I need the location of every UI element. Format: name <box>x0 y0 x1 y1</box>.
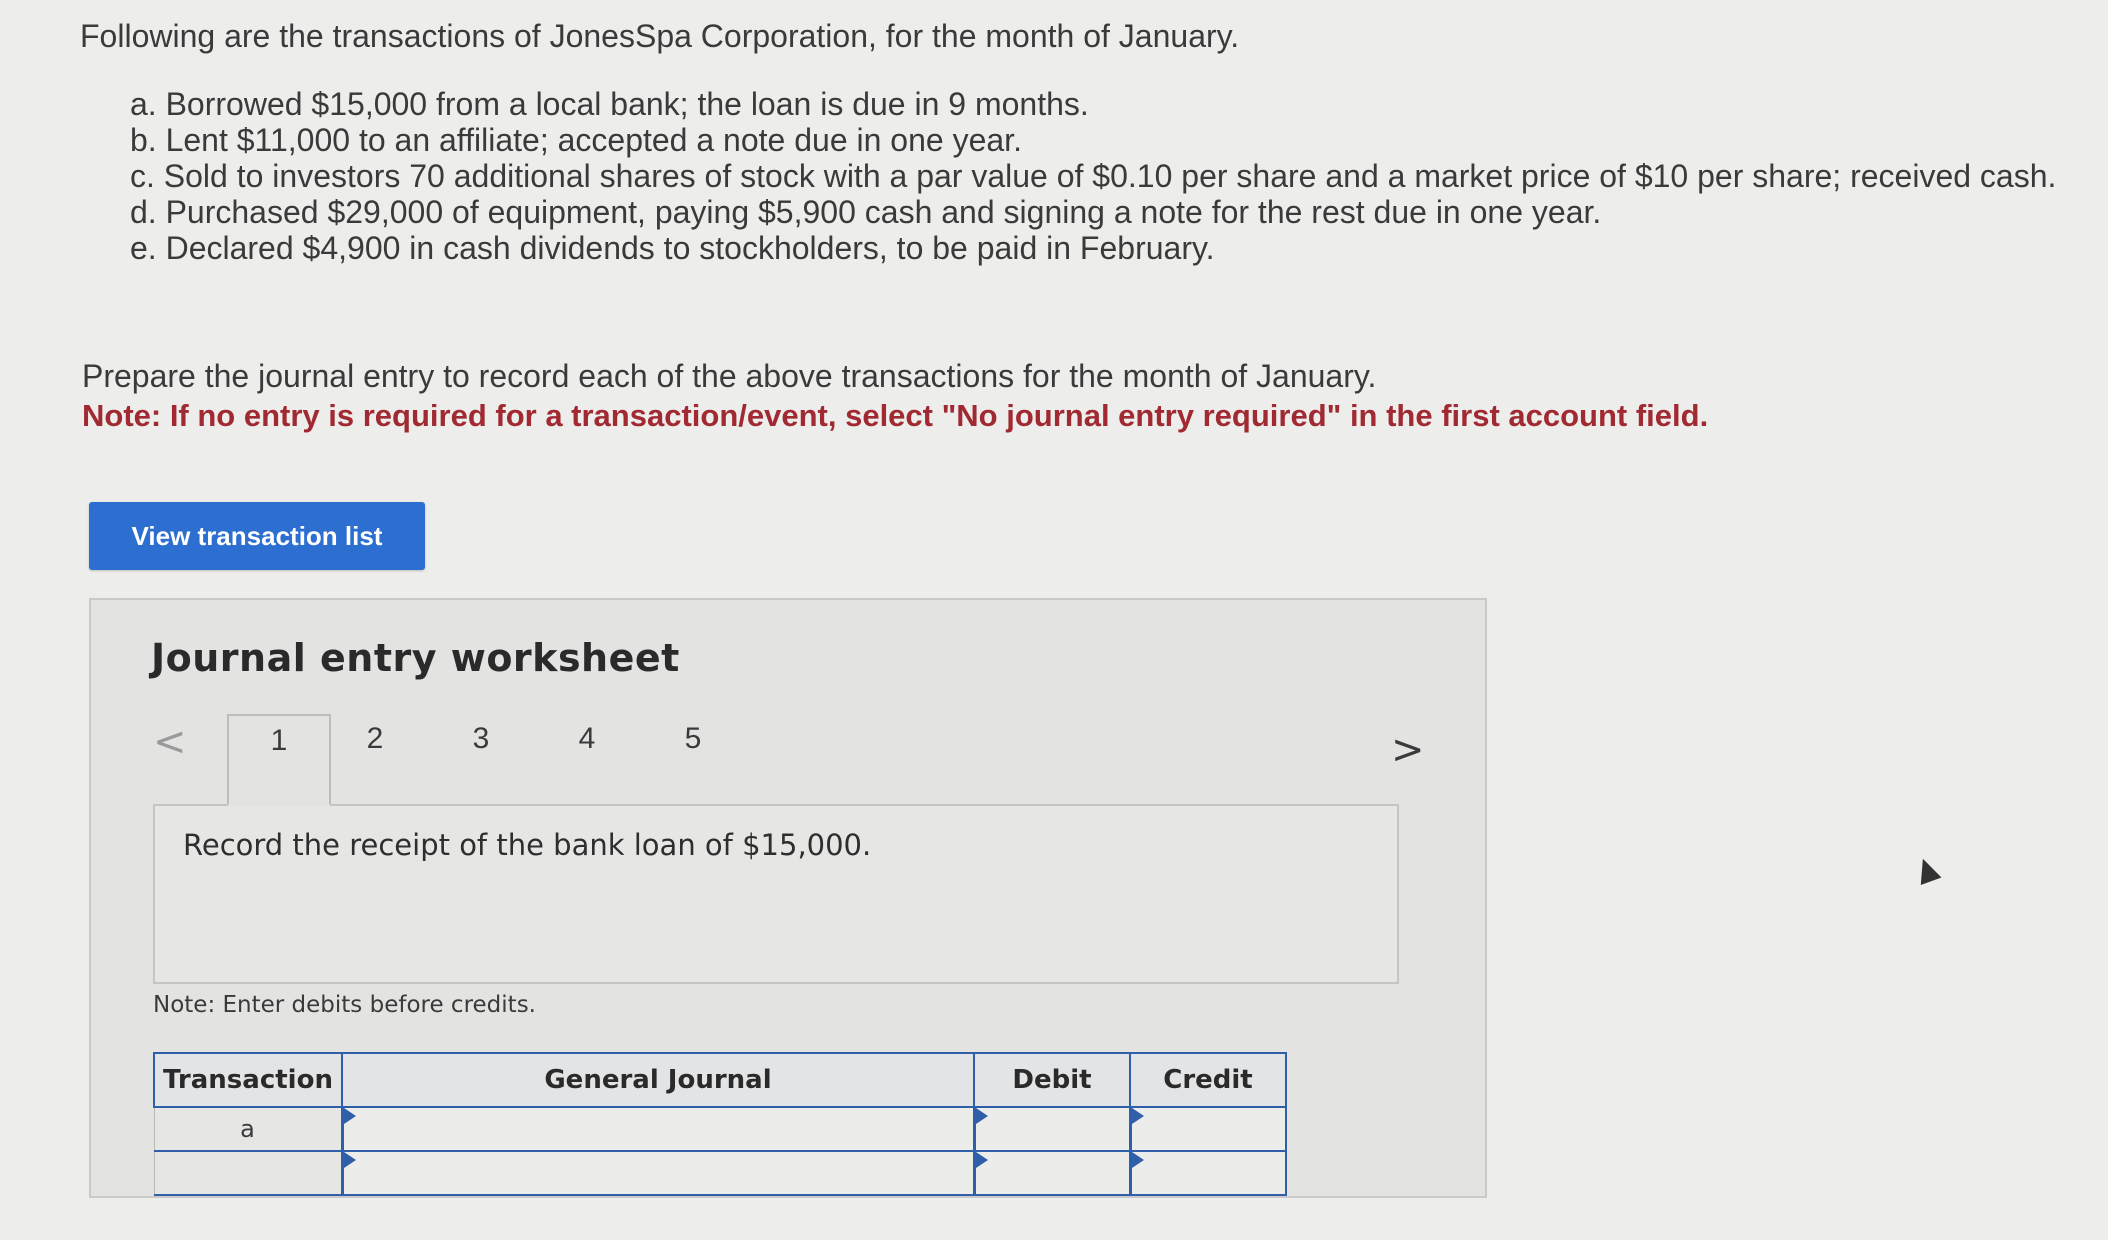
tab-4[interactable]: 4 <box>535 714 639 806</box>
tab-5[interactable]: 5 <box>641 714 745 806</box>
credit-input[interactable] <box>1128 1150 1287 1196</box>
table-row <box>153 1150 1287 1196</box>
journal-table-header: Transaction General Journal Debit Credit <box>153 1052 1287 1108</box>
column-header-debit: Debit <box>973 1052 1131 1108</box>
account-select[interactable] <box>340 1106 975 1152</box>
column-header-general-journal: General Journal <box>341 1052 975 1108</box>
transaction-a: a. Borrowed $15,000 from a local bank; t… <box>130 86 1089 122</box>
transaction-description: Record the receipt of the bank loan of $… <box>183 828 872 862</box>
journal-entry-worksheet: Journal entry worksheet < 1 2 3 4 5 > Re… <box>89 598 1487 1198</box>
journal-table: Transaction General Journal Debit Credit… <box>153 1052 1287 1196</box>
credit-input[interactable] <box>1128 1106 1287 1152</box>
problem-intro: Following are the transactions of JonesS… <box>80 18 1240 54</box>
transaction-b: b. Lent $11,000 to an affiliate; accepte… <box>130 122 1022 158</box>
transaction-letter-cell: a <box>153 1106 343 1152</box>
transaction-c: c. Sold to investors 70 additional share… <box>130 158 2057 194</box>
instructions-text: Prepare the journal entry to record each… <box>82 358 1377 394</box>
tab-3[interactable]: 3 <box>429 714 533 806</box>
transaction-list: a. Borrowed $15,000 from a local bank; t… <box>130 86 2070 266</box>
debit-input[interactable] <box>972 1150 1131 1196</box>
column-header-transaction: Transaction <box>153 1052 343 1108</box>
account-select[interactable] <box>340 1150 975 1196</box>
transaction-d: d. Purchased $29,000 of equipment, payin… <box>130 194 1602 230</box>
instructions-note: Note: If no entry is required for a tran… <box>82 398 1709 433</box>
column-header-credit: Credit <box>1129 1052 1287 1108</box>
debit-input[interactable] <box>972 1106 1131 1152</box>
tab-2[interactable]: 2 <box>323 714 427 806</box>
mouse-cursor-icon <box>1912 854 1942 886</box>
chevron-right-icon[interactable]: > <box>1391 730 1425 770</box>
debits-before-credits-note: Note: Enter debits before credits. <box>153 992 536 1018</box>
tab-1[interactable]: 1 <box>227 714 331 806</box>
table-row: a <box>153 1106 1287 1152</box>
worksheet-title: Journal entry worksheet <box>151 636 680 680</box>
view-transaction-list-button[interactable]: View transaction list <box>89 502 425 570</box>
transaction-description-box: Record the receipt of the bank loan of $… <box>153 804 1399 984</box>
transaction-e: e. Declared $4,900 in cash dividends to … <box>130 230 1215 266</box>
chevron-left-icon[interactable]: < <box>153 722 187 762</box>
transaction-letter-cell <box>153 1150 343 1196</box>
